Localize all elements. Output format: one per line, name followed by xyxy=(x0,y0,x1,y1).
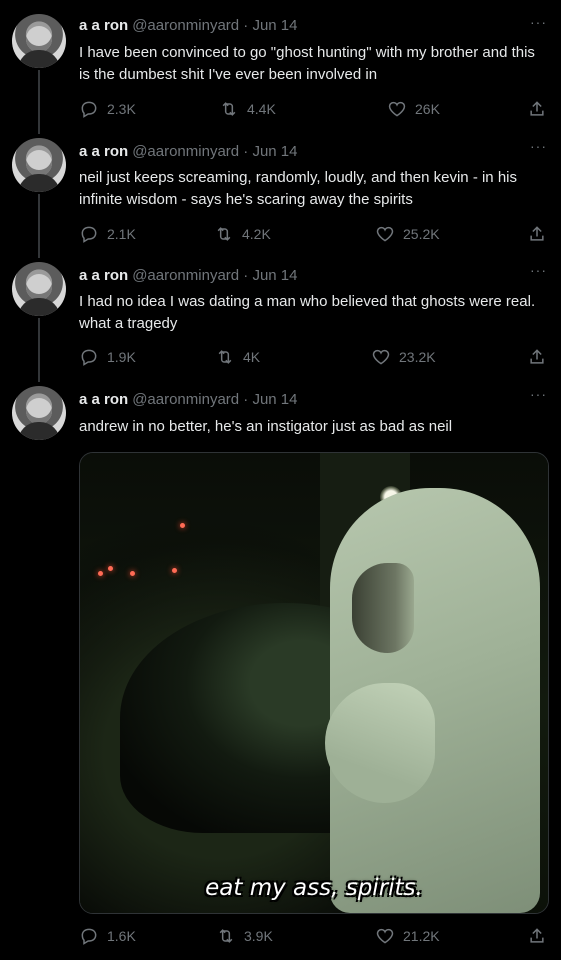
tweet-actions: 2.3K 4.4K 26K xyxy=(79,99,547,121)
more-icon[interactable]: ··· xyxy=(530,14,547,30)
more-icon[interactable]: ··· xyxy=(530,386,547,402)
share-icon[interactable] xyxy=(527,224,547,244)
like-button[interactable]: 23.2K xyxy=(371,347,436,367)
avatar[interactable] xyxy=(12,14,66,68)
share-icon[interactable] xyxy=(527,99,547,119)
display-name[interactable]: a a ron xyxy=(79,143,128,160)
handle-and-date[interactable]: @aaronminyard · Jun 14 xyxy=(132,267,297,284)
reply-count: 1.9K xyxy=(107,349,136,365)
display-name[interactable]: a a ron xyxy=(79,267,128,284)
tweet-text: andrew in no better, he's an instigator … xyxy=(79,418,453,435)
reply-count: 1.6K xyxy=(107,928,136,944)
retweet-button[interactable]: 3.9K xyxy=(216,926,273,946)
share-icon[interactable] xyxy=(527,347,547,367)
reply-icon xyxy=(81,101,97,118)
like-icon xyxy=(372,349,390,365)
like-icon xyxy=(388,101,406,117)
tweet[interactable]: a a ron @aaronminyard · Jun 14 ··· neil j… xyxy=(0,124,561,248)
like-button[interactable]: 25.2K xyxy=(375,224,440,244)
display-name[interactable]: a a ron xyxy=(79,17,128,34)
tweet-text: neil just keeps screaming, randomly, lou… xyxy=(79,169,517,208)
retweet-count: 3.9K xyxy=(244,928,273,944)
like-count: 25.2K xyxy=(403,226,440,242)
tweet-media-image[interactable]: eat my ass, spirits. xyxy=(79,452,549,914)
tweet[interactable]: a a ron @aaronminyard · Jun 14 ··· I had … xyxy=(0,248,561,372)
reply-icon xyxy=(81,349,97,366)
like-button[interactable]: 26K xyxy=(387,99,440,119)
handle-and-date[interactable]: @aaronminyard · Jun 14 xyxy=(132,17,297,34)
retweet-icon xyxy=(219,929,233,943)
avatar[interactable] xyxy=(12,138,66,192)
reply-button[interactable]: 1.6K xyxy=(79,926,136,946)
retweet-icon xyxy=(217,227,231,241)
like-icon xyxy=(376,226,394,242)
display-name[interactable]: a a ron xyxy=(79,391,128,408)
avatar[interactable] xyxy=(12,262,66,316)
retweet-button[interactable]: 4K xyxy=(215,347,260,367)
handle-and-date[interactable]: @aaronminyard · Jun 14 xyxy=(132,143,297,160)
reply-icon xyxy=(81,226,97,243)
tweet-actions: 2.1K 4.2K 25.2K xyxy=(79,224,547,246)
reply-icon xyxy=(81,928,97,945)
share-icon[interactable] xyxy=(527,926,547,946)
tweet-header: a a ron @aaronminyard · Jun 14 xyxy=(79,17,298,34)
tweet-text: I have been convinced to go "ghost hunti… xyxy=(79,44,535,83)
retweet-button[interactable]: 4.2K xyxy=(214,224,271,244)
reply-count: 2.3K xyxy=(107,101,136,117)
retweet-count: 4.2K xyxy=(242,226,271,242)
tweet-actions: 1.9K 4K 23.2K xyxy=(79,347,547,369)
tweet-header: a a ron @aaronminyard · Jun 14 xyxy=(79,267,298,284)
like-count: 26K xyxy=(415,101,440,117)
retweet-count: 4.4K xyxy=(247,101,276,117)
tweet[interactable]: a a ron @aaronminyard · Jun 14 ··· I have… xyxy=(0,0,561,130)
like-icon xyxy=(376,928,394,944)
tweet-header: a a ron @aaronminyard · Jun 14 xyxy=(79,391,298,408)
reply-button[interactable]: 1.9K xyxy=(79,347,136,367)
reply-button[interactable]: 2.3K xyxy=(79,99,136,119)
retweet-icon xyxy=(218,350,232,364)
like-count: 23.2K xyxy=(399,349,436,365)
like-count: 21.2K xyxy=(403,928,440,944)
tweet-text: I had no idea I was dating a man who bel… xyxy=(79,293,536,332)
retweet-count: 4K xyxy=(243,349,261,365)
retweet-button[interactable]: 4.4K xyxy=(219,99,276,119)
more-icon[interactable]: ··· xyxy=(530,138,547,154)
avatar[interactable] xyxy=(12,386,66,440)
handle-and-date[interactable]: @aaronminyard · Jun 14 xyxy=(132,391,297,408)
retweet-icon xyxy=(222,102,236,116)
more-icon[interactable]: ··· xyxy=(530,262,547,278)
tweet-actions: 1.6K 3.9K 21.2K xyxy=(79,926,547,948)
reply-button[interactable]: 2.1K xyxy=(79,224,136,244)
reply-count: 2.1K xyxy=(107,226,136,242)
tweet-header: a a ron @aaronminyard · Jun 14 xyxy=(79,143,298,160)
media-caption: eat my ass, spirits. xyxy=(205,875,423,901)
like-button[interactable]: 21.2K xyxy=(375,926,440,946)
